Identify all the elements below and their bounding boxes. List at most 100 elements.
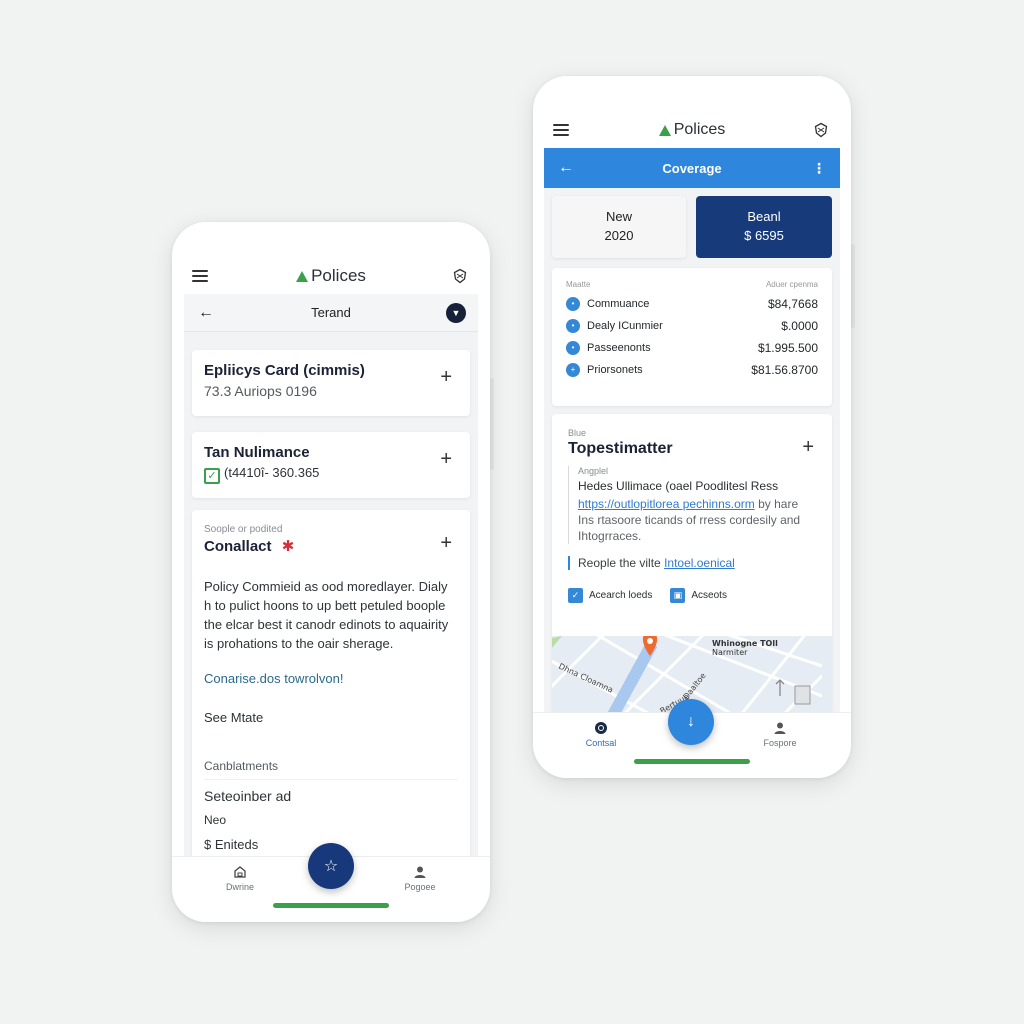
sub-header-title: Terand [311,305,351,320]
see-more-link[interactable]: See Mtate [204,710,458,725]
coverage-row[interactable]: • Passeenonts $1.995.500 [566,341,818,355]
nav-item-profile[interactable]: Pogoee [380,865,460,892]
topest-label: Blue [568,428,587,438]
sub-header: ← Terand ▼ [184,294,478,332]
plus-icon[interactable]: + [440,366,452,389]
plus-icon[interactable]: + [440,448,452,471]
coverage-title: Coverage [662,160,722,176]
back-arrow-icon[interactable]: ← [558,159,574,177]
people-link[interactable]: Intoel.oenical [664,556,735,570]
app-bar: Polices [172,256,490,296]
phone-right: Polices ← Coverage ⋮ New 2020 Beanl $ 65… [533,76,851,778]
card-title: Tan Nulimance [204,444,310,461]
handshake-icon: ✱ [281,538,295,555]
coverage-rows-card: Maatte Aduer cpenma • Commuance $84,7668 … [552,268,832,406]
tile-value: 2020 [604,228,634,243]
app-title: Polices [673,121,726,138]
shield-icon[interactable] [813,122,829,138]
topest-title: Topestimatter [568,440,673,457]
map-place-label: Whinogne TOll [712,639,778,648]
more-vertical-icon[interactable]: ⋮ [812,160,826,177]
row-value: $1.995.500 [757,341,818,355]
nulimance-card[interactable]: Tan Nulimance ✓ (t4410î- 360.365 + [192,432,470,498]
checkbox-checked-icon[interactable]: ✓ [204,468,220,484]
rows-header-left: Maatte [566,280,591,289]
nav-label: Pogoee [404,882,436,892]
contact-label: Soople or podited [204,524,283,535]
card-subtitle: 73.3 Auriops 0196 [204,383,317,399]
coverage-dot-icon: + [566,363,580,377]
row-value: $.0000 [781,319,818,333]
row-label: Dealy ICunmier [587,320,663,332]
star-icon: ☆ [323,858,339,875]
user-icon [414,866,426,878]
chevron-down-icon[interactable]: ▼ [446,302,466,323]
nav-item-profile[interactable]: Fospore [740,721,820,748]
row-label: Passeenonts [587,342,651,354]
coverage-row[interactable]: • Dealy ICunmier $.0000 [566,319,818,333]
contact-link[interactable]: Conarise.dos towrolvon! [204,671,458,686]
user-icon [774,722,786,734]
quote-body: https://outlopitlorea pechinns.orm by ha… [578,496,816,544]
quote-rest: Ins rtasoore ticands of rress cordesily … [578,513,801,543]
content-area: New 2020 Beanl $ 6595 Maatte Aduer cpenm… [544,188,840,716]
app-bar: Polices [533,110,851,150]
quote-title: Hedes Ullimace (oael Poodlitesl Ress [578,479,779,493]
chip-assets[interactable]: ▣ Acseots [670,588,727,603]
rows-header-right: Aduer cpenma [765,280,818,289]
coverage-dot-icon: • [566,341,580,355]
logo-triangle-icon [296,270,309,282]
row-label: Commuance [587,298,650,310]
logo-triangle-icon [658,124,671,136]
tile-new[interactable]: New 2020 [552,196,686,258]
list-item[interactable]: Seteoinber ad [204,788,458,804]
central-icon [595,722,607,734]
row-label: Priorsonets [587,364,643,376]
list-item[interactable]: Neo [204,813,458,827]
nav-label: Fospore [763,738,797,748]
brand-logo: Polices [658,121,726,139]
phone-side-button [851,244,855,328]
nav-label: Contsal [585,738,617,748]
row-value: $81.56.8700 [751,363,818,377]
tile-label: Beanl [747,209,781,224]
tile-label: New [605,209,632,224]
back-arrow-icon[interactable]: ← [198,304,214,322]
chip-search-loads[interactable]: ✓ Acearch loeds [568,588,652,603]
rows-header: Maatte Aduer cpenma [566,280,818,289]
shield-icon[interactable] [452,268,468,284]
quote-link[interactable]: https://outlopitlorea pechinns.orm [578,497,755,511]
download-fab-button[interactable]: ↓ [668,699,714,745]
row-value: $84,7668 [767,297,818,311]
nav-item-central[interactable]: Contsal [561,721,641,748]
quote-block: Angplel Hedes Ullimace (oael Poodlitesl … [568,466,816,544]
phone-left: Polices ← Terand ▼ Epliicys Card (cimmis… [172,222,490,922]
hamburger-menu-icon[interactable] [192,270,208,282]
people-line: Reople the vilte Intoel.oenical [568,556,816,570]
coverage-row[interactable]: + Priorsonets $81.56.8700 [566,363,818,377]
policy-card[interactable]: Epliicys Card (cimmis) 73.3 Auriops 0196… [192,350,470,416]
plus-icon[interactable]: + [802,436,814,459]
home-icon [234,866,246,878]
app-title: Polices [311,266,366,285]
check-badge-icon: ✓ [568,588,583,603]
contact-paragraph: Policy Commieid as ood moredlayer. Dialy… [204,579,449,651]
favorite-fab-button[interactable]: ☆ [308,843,354,889]
nav-item-home[interactable]: Dwrine [200,865,280,892]
tile-value: $ 6595 [744,228,784,243]
content-area: Epliicys Card (cimmis) 73.3 Auriops 0196… [184,332,478,870]
coverage-row[interactable]: • Commuance $84,7668 [566,297,818,311]
quote-label: Angplel [578,466,609,476]
save-icon: ▣ [670,588,686,603]
phone-side-button [490,378,494,470]
coverage-dot-icon: • [566,319,580,333]
list-header: Canblatments [204,759,458,780]
contact-card: Soople or podited Conallact ✱ + Policy C… [192,510,470,870]
map-place-label: Narmiter [712,648,748,657]
tile-beanl[interactable]: Beanl $ 6595 [696,196,832,258]
plus-icon[interactable]: + [440,532,452,555]
hamburger-menu-icon[interactable] [553,124,569,136]
coverage-dot-icon: • [566,297,580,311]
contact-title-row: Conallact ✱ [204,537,458,555]
coverage-header: ← Coverage ⋮ [544,148,840,188]
